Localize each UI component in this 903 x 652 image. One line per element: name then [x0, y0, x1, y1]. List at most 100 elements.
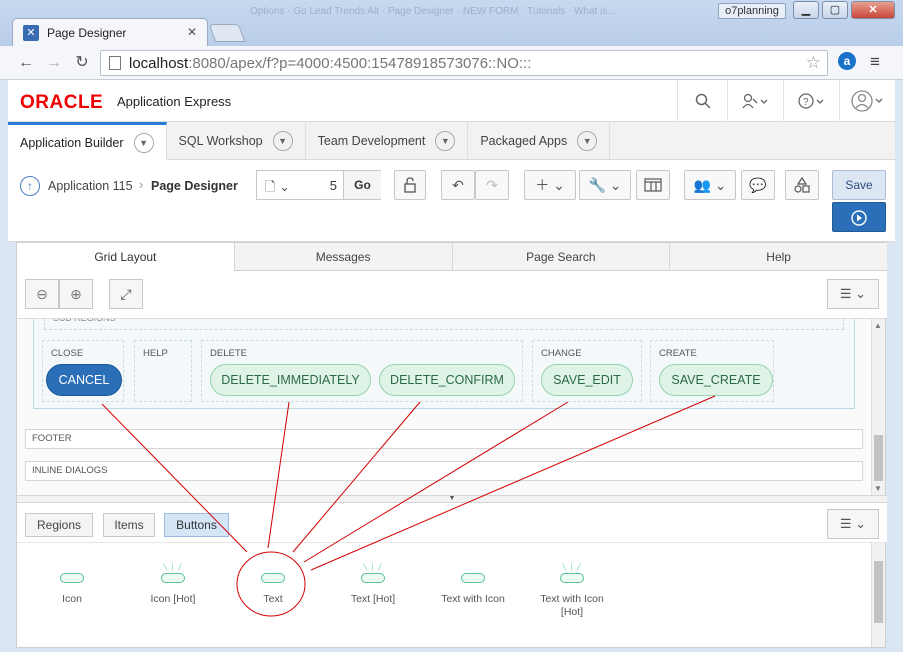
grid-view-menu[interactable]: ☰ ⌄	[827, 279, 879, 309]
chevron-down-icon[interactable]: ▼	[577, 131, 598, 151]
reload-icon[interactable]: ↻	[72, 53, 92, 73]
chevron-down-icon[interactable]: ▼	[133, 133, 154, 153]
browser-titlebar: ✕ Page Designer ✕ Options · Go Lead Tren…	[0, 0, 903, 46]
scroll-thumb[interactable]	[874, 435, 883, 481]
gallery-item-text-hot[interactable]: ╲ │ ╱ Text [Hot]	[328, 565, 418, 606]
tab-messages[interactable]: Messages	[235, 243, 453, 271]
zoom-out-icon[interactable]: ⊖	[25, 279, 59, 309]
run-page-button[interactable]	[832, 202, 886, 232]
bookmark-star-icon[interactable]: ☆	[806, 53, 821, 73]
gallery-item-label: Icon [Hot]	[150, 593, 196, 605]
hot-rays	[27, 565, 117, 573]
gallery-item-text-with-icon-hot[interactable]: ╲ │ ╱ Text with Icon [Hot]	[528, 565, 616, 619]
comment-icon[interactable]: 💬	[741, 170, 775, 200]
breadcrumb-application[interactable]: Application 115	[48, 179, 133, 193]
delete-immediately-button[interactable]: DELETE_IMMEDIATELY	[210, 364, 371, 396]
team-users-icon[interactable]: 👥 ⌄	[684, 170, 736, 200]
breadcrumb-page-designer: Page Designer	[151, 179, 238, 193]
expand-icon[interactable]: ⤢	[109, 279, 143, 309]
tab-page-search[interactable]: Page Search	[453, 243, 671, 271]
lock-icon[interactable]	[394, 170, 426, 200]
slot-help: HELP	[134, 340, 192, 402]
body-region: SUB REGIONS CLOSE HELP DELETE CHANGE CRE…	[33, 319, 855, 409]
gallery-scrollbar[interactable]	[871, 543, 885, 647]
tab-close-icon[interactable]: ✕	[187, 25, 197, 39]
redo-icon[interactable]: ↷	[475, 170, 509, 200]
browser-menu-icon[interactable]: ≡	[870, 52, 880, 72]
maximize-button[interactable]: ▢	[822, 1, 848, 19]
user-settings-icon[interactable]	[727, 80, 783, 122]
oracle-logo[interactable]: ORACLE	[20, 92, 103, 114]
gallery-tab-buttons[interactable]: Buttons	[164, 513, 229, 537]
gallery-item-text-with-icon[interactable]: Text with Icon	[428, 565, 518, 606]
scroll-up-icon[interactable]: ▲	[874, 321, 882, 330]
buttons-gallery: Icon ╲ │ ╱ Icon [Hot] Text ╲ │ ╱ Text [H…	[17, 543, 873, 647]
slot-label: HELP	[143, 348, 168, 359]
gallery-view-menu[interactable]: ☰ ⌄	[827, 509, 879, 539]
gallery-item-icon-hot[interactable]: ╲ │ ╱ Icon [Hot]	[128, 565, 218, 606]
undo-icon[interactable]: ↶	[441, 170, 475, 200]
page-number-input[interactable]: 5	[297, 178, 337, 193]
chevron-down-icon[interactable]: ▼	[272, 131, 293, 151]
tab-application-builder[interactable]: Application Builder ▼	[8, 122, 167, 161]
minimize-button[interactable]: ▁	[793, 1, 819, 19]
tab-help[interactable]: Help	[670, 243, 887, 271]
tab-label: Team Development	[317, 134, 426, 148]
save-create-button[interactable]: SAVE_CREATE	[659, 364, 773, 396]
tab-grid-layout[interactable]: Grid Layout	[17, 243, 235, 272]
scroll-down-icon[interactable]: ▼	[874, 484, 882, 493]
scroll-thumb[interactable]	[874, 561, 883, 623]
profile-badge[interactable]: o7planning	[718, 3, 786, 19]
grid-scrollbar[interactable]: ▲ ▼	[871, 319, 885, 495]
window-close-button[interactable]: ✕	[851, 1, 895, 19]
extension-icon[interactable]: a	[838, 52, 856, 70]
save-button[interactable]: Save	[832, 170, 886, 200]
chevron-down-icon[interactable]: ▼	[435, 131, 456, 151]
gallery-tab-items[interactable]: Items	[103, 513, 155, 537]
gallery-item-label: Text with Icon [Hot]	[540, 593, 604, 618]
tab-team-development[interactable]: Team Development ▼	[306, 122, 469, 160]
button-shape-icon	[461, 573, 485, 583]
inline-dialogs-region[interactable]: INLINE DIALOGS	[25, 461, 863, 481]
background-tabs: Options · Go Lead Trends Alt · Page Desi…	[250, 6, 616, 17]
browser-tab-page-designer[interactable]: ✕ Page Designer ✕	[12, 18, 208, 46]
forward-icon[interactable]: →	[44, 53, 64, 73]
zoom-in-icon[interactable]: ⊕	[59, 279, 93, 309]
url-text[interactable]: localhost:8080/apex/f?p=4000:4500:154789…	[129, 55, 531, 72]
cancel-button[interactable]: CANCEL	[46, 364, 122, 396]
help-icon[interactable]: ?	[783, 80, 839, 122]
shared-components-icon[interactable]	[636, 170, 670, 200]
back-icon[interactable]: ←	[16, 53, 36, 73]
gallery-item-label: Text	[263, 593, 283, 605]
new-tab-button[interactable]	[208, 24, 246, 42]
tab-label: Application Builder	[20, 136, 124, 150]
arrow-up-icon[interactable]: ↑	[20, 176, 40, 196]
designer-tabs: Grid Layout Messages Page Search Help	[17, 243, 887, 272]
page-selector[interactable]: 🗋 ⌄ 5 Go	[256, 170, 381, 200]
account-icon[interactable]	[839, 80, 895, 122]
save-edit-button[interactable]: SAVE_EDIT	[541, 364, 633, 396]
shapes-icon[interactable]	[785, 170, 819, 200]
gallery-item-text[interactable]: Text	[228, 565, 318, 606]
gallery-tab-regions[interactable]: Regions	[25, 513, 93, 537]
tab-packaged-apps[interactable]: Packaged Apps ▼	[468, 122, 611, 160]
button-shape-icon	[361, 573, 385, 583]
tab-sql-workshop[interactable]: SQL Workshop ▼	[167, 122, 306, 160]
gallery-item-icon[interactable]: Icon	[27, 565, 117, 606]
gallery-item-label: Text [Hot]	[350, 593, 396, 605]
sub-regions-slot: SUB REGIONS	[44, 319, 844, 330]
address-bar[interactable]: localhost:8080/apex/f?p=4000:4500:154789…	[100, 50, 828, 76]
grid-layout-canvas: SUB REGIONS CLOSE HELP DELETE CHANGE CRE…	[17, 319, 873, 495]
footer-region[interactable]: FOOTER	[25, 429, 863, 449]
create-menu-icon[interactable]: ＋ ⌄	[524, 170, 576, 200]
search-icon[interactable]	[677, 80, 727, 122]
button-shape-icon	[560, 573, 584, 583]
slot-label: DELETE	[210, 348, 247, 359]
main-tabs: Application Builder ▼ SQL Workshop ▼ Team …	[8, 122, 895, 161]
utilities-wrench-icon[interactable]: 🔧 ⌄	[579, 170, 631, 200]
page-icon[interactable]: 🗋 ⌄	[265, 178, 290, 200]
url-path: :8080/apex/f?p=4000:4500:15478918573076:…	[188, 54, 532, 72]
panel-splitter[interactable]: ▼	[17, 495, 887, 503]
delete-confirm-button[interactable]: DELETE_CONFIRM	[379, 364, 515, 396]
go-button[interactable]: Go	[343, 171, 381, 199]
